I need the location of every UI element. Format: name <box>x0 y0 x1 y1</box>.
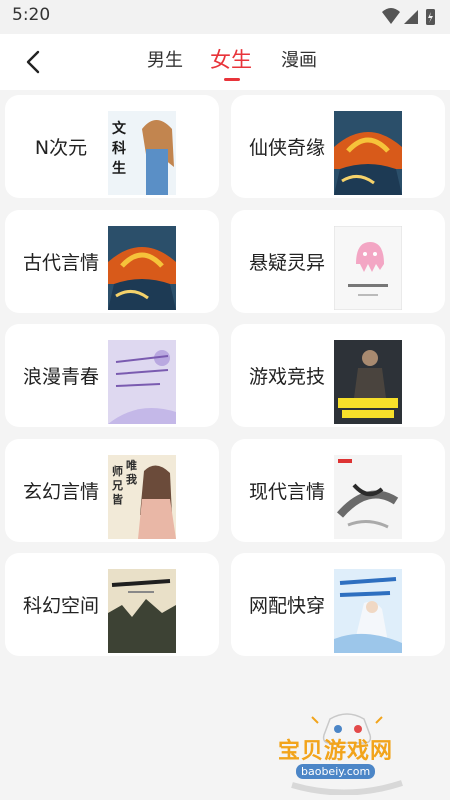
wifi-icon <box>382 8 400 24</box>
svg-text:师: 师 <box>112 464 123 478</box>
tab-female[interactable]: 女生 <box>210 44 252 74</box>
status-time: 5:20 <box>12 5 51 25</box>
svg-text:兄: 兄 <box>111 479 123 492</box>
category-card-n-dimension[interactable]: N次元 文 科 生 <box>5 95 219 198</box>
book-cover-image <box>334 111 402 195</box>
category-card-youth-romance[interactable]: 浪漫青春 <box>5 324 219 427</box>
category-card-game-sports[interactable]: 游戏竞技 <box>231 324 445 427</box>
book-cover-image <box>334 340 402 424</box>
svg-text:皆: 皆 <box>112 492 123 506</box>
category-card-voice-transmigration[interactable]: 网配快穿 <box>231 553 445 656</box>
category-card-modern-romance[interactable]: 现代言情 <box>231 439 445 542</box>
category-label: 现代言情 <box>248 481 325 503</box>
svg-text:生: 生 <box>112 160 126 177</box>
back-button[interactable] <box>18 44 54 80</box>
book-cover-image <box>334 226 402 310</box>
status-icons <box>382 8 435 25</box>
category-label: 网配快穿 <box>248 595 325 617</box>
category-card-fantasy-romance[interactable]: 玄幻言情 师 兄 皆 唯 我 <box>5 439 219 542</box>
category-card-xianxia[interactable]: 仙侠奇缘 <box>231 95 445 198</box>
svg-text:我: 我 <box>126 472 137 486</box>
watermark-url: baobeiy.com <box>296 764 376 779</box>
category-label: 仙侠奇缘 <box>248 137 325 159</box>
book-cover-image <box>108 569 176 653</box>
book-cover-image <box>108 226 176 310</box>
book-cover-image <box>334 569 402 653</box>
watermark: 宝贝游戏网 baobeiy.com <box>272 705 422 795</box>
book-cover-image: 文 科 生 <box>108 111 176 195</box>
book-cover-image <box>108 340 176 424</box>
status-bar: 5:20 <box>0 0 450 34</box>
category-card-mystery[interactable]: 悬疑灵异 <box>231 210 445 313</box>
signal-icon <box>404 10 418 24</box>
active-tab-indicator <box>224 78 240 81</box>
chevron-left-icon <box>26 50 40 74</box>
category-label: 游戏竞技 <box>248 366 325 388</box>
category-label: 古代言情 <box>22 252 99 274</box>
category-card-scifi-space[interactable]: 科幻空间 <box>5 553 219 656</box>
category-label: 浪漫青春 <box>22 366 99 388</box>
category-label: N次元 <box>34 137 88 159</box>
book-cover-image <box>334 455 402 539</box>
category-label: 悬疑灵异 <box>248 252 325 274</box>
category-label: 玄幻言情 <box>22 481 99 503</box>
book-cover-image: 师 兄 皆 唯 我 <box>108 455 176 539</box>
header-nav: 男生 女生 漫画 <box>0 34 450 90</box>
svg-text:唯: 唯 <box>126 458 137 472</box>
svg-text:文: 文 <box>112 120 127 137</box>
tab-comics[interactable]: 漫画 <box>281 46 317 72</box>
category-grid: N次元 文 科 生 仙侠奇缘 古代言情 悬疑灵异 浪漫青春 游戏竞技 玄幻言情 … <box>0 90 450 800</box>
svg-text:科: 科 <box>112 140 126 157</box>
tab-male[interactable]: 男生 <box>147 46 183 72</box>
watermark-title: 宝贝游戏网 <box>278 739 394 764</box>
category-label: 科幻空间 <box>22 595 99 617</box>
category-card-ancient-romance[interactable]: 古代言情 <box>5 210 219 313</box>
